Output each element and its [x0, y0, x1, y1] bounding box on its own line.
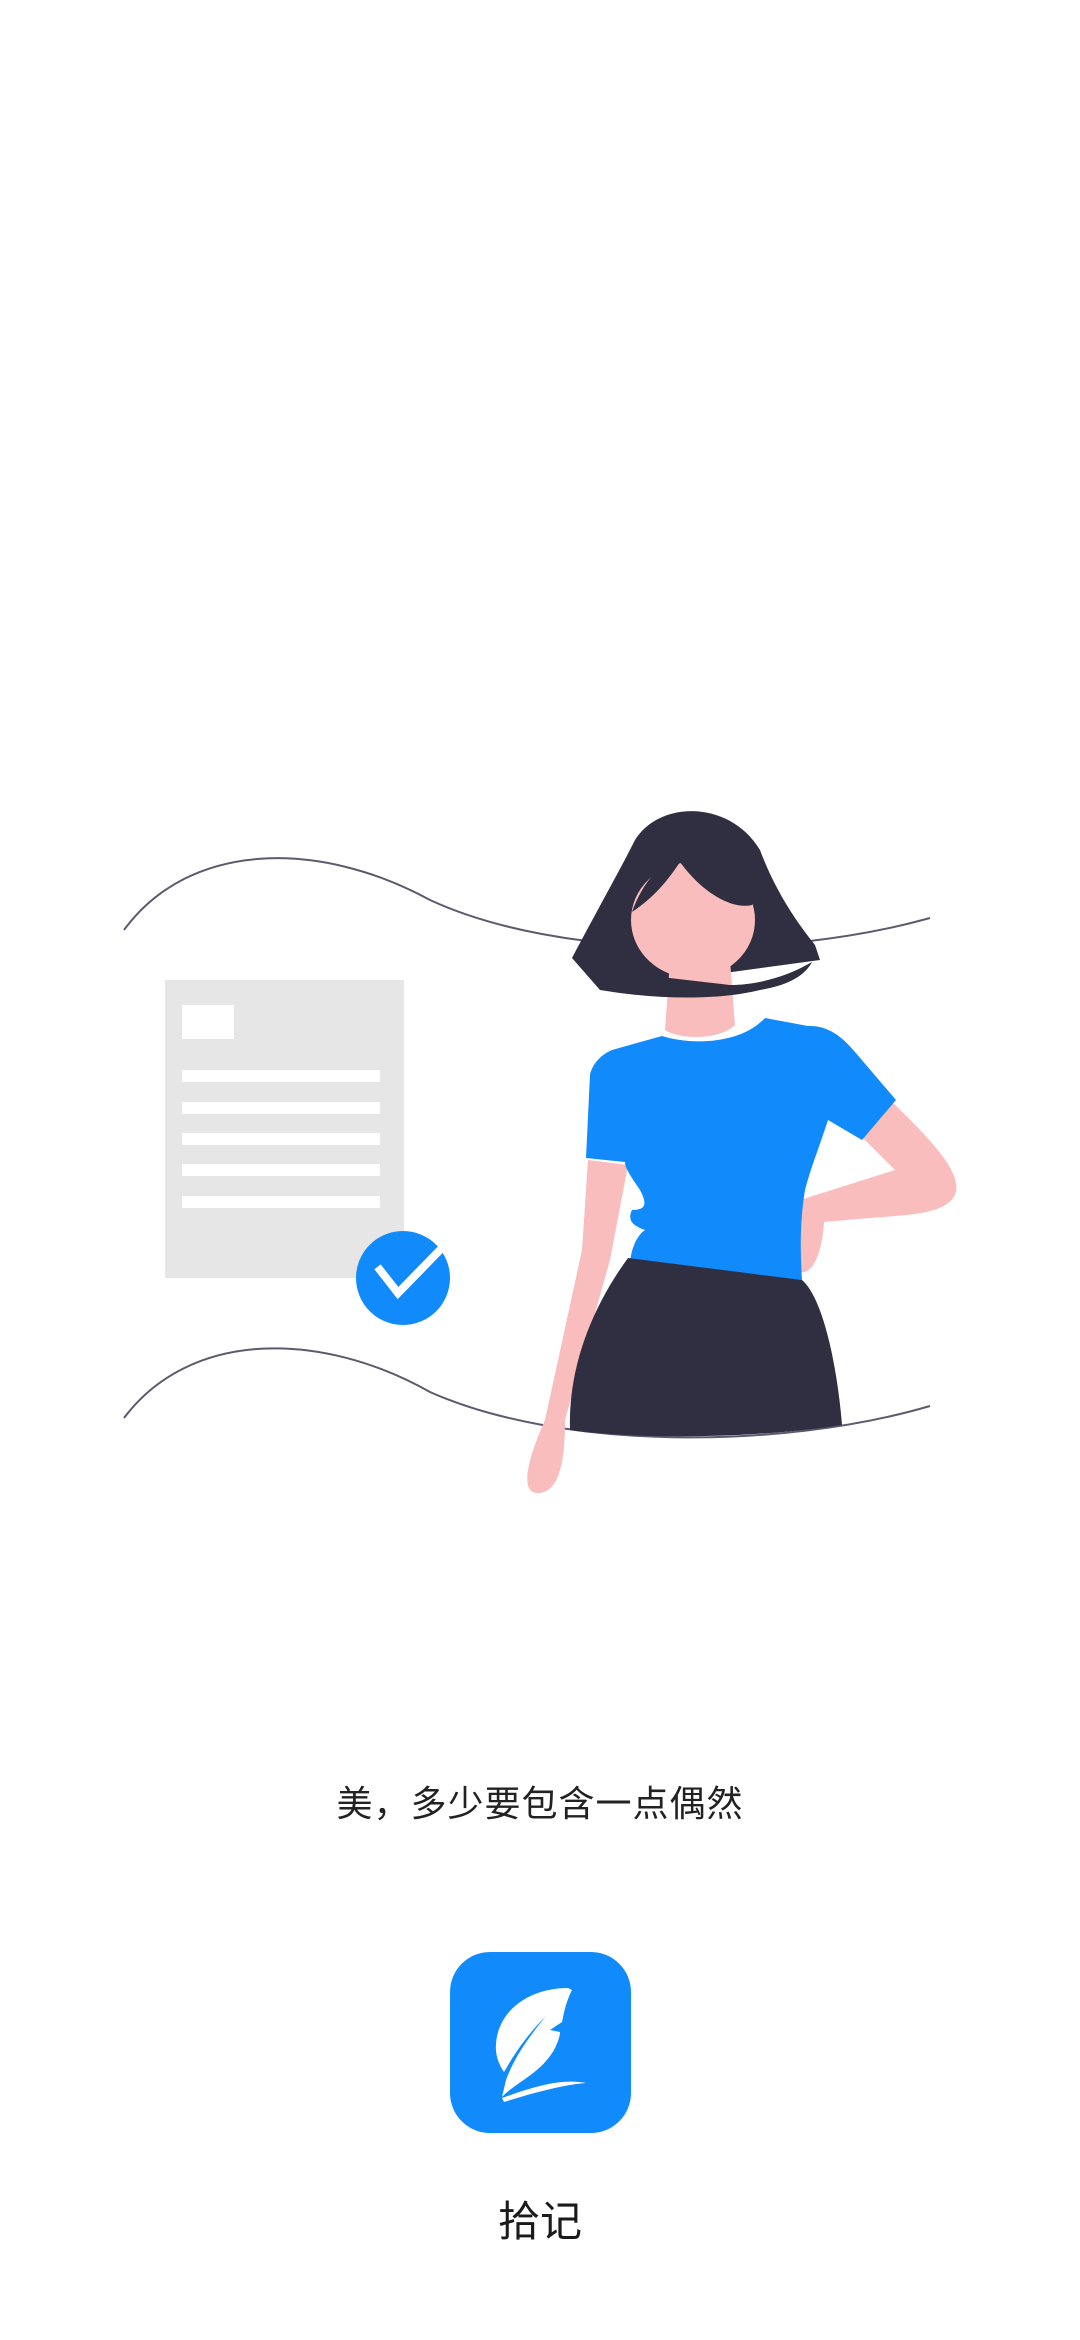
feather-quill-icon — [495, 1988, 586, 2102]
app-logo — [450, 1952, 631, 2133]
splash-screen: 美，多少要包含一点偶然 拾记 — [0, 0, 1080, 2340]
woman-figure — [527, 811, 957, 1494]
upper-wave-line — [123, 857, 931, 949]
slogan-text: 美，多少要包含一点偶然 — [336, 1784, 744, 1825]
app-name: 拾记 — [497, 2197, 582, 2246]
check-circle-icon — [356, 1231, 450, 1325]
document-graphic — [165, 980, 404, 1278]
splash-illustration — [123, 811, 957, 1494]
